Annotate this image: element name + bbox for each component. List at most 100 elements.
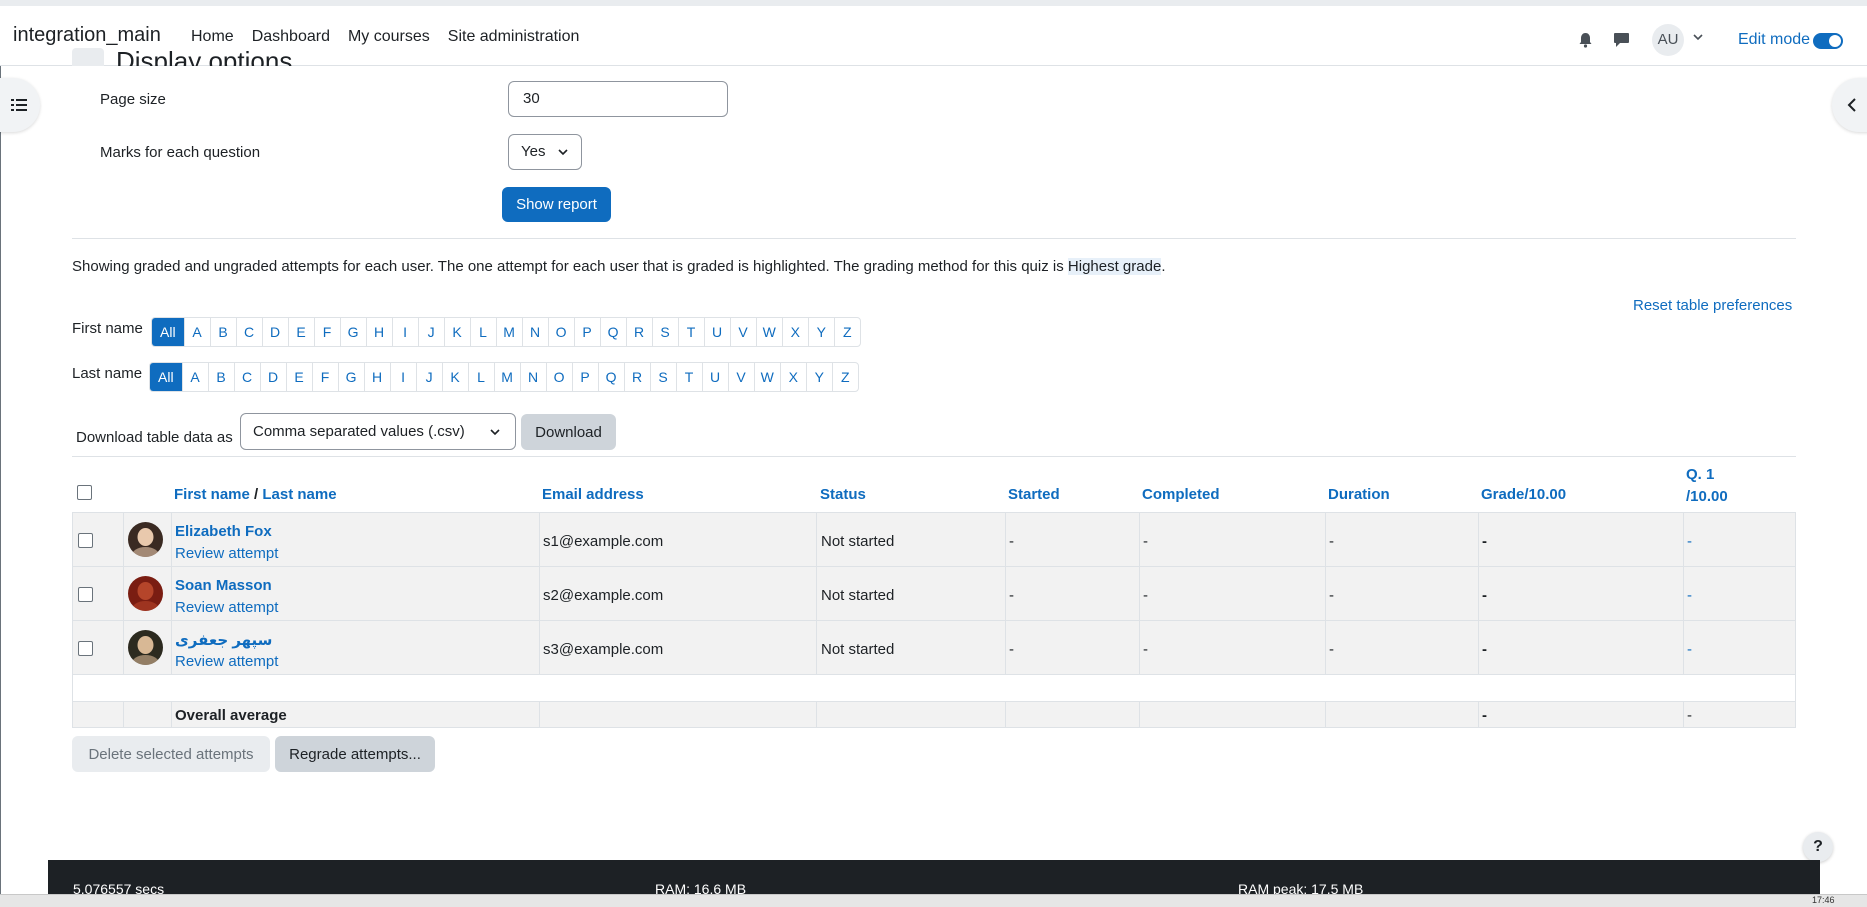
- q1-value-link[interactable]: -: [1687, 641, 1692, 658]
- messages-icon[interactable]: [1613, 32, 1630, 48]
- completed-column-header[interactable]: Completed: [1142, 486, 1220, 503]
- course-index-drawer-button[interactable]: [0, 78, 40, 132]
- reset-table-preferences-link[interactable]: Reset table preferences: [1633, 297, 1792, 314]
- first-name-initial-c[interactable]: C: [235, 318, 262, 346]
- last-name-initial-y[interactable]: Y: [805, 363, 832, 391]
- first-name-initial-o[interactable]: O: [547, 318, 574, 346]
- select-all-checkbox[interactable]: [77, 485, 92, 500]
- last-name-initial-s[interactable]: S: [649, 363, 676, 391]
- first-name-initial-r[interactable]: R: [625, 318, 652, 346]
- first-name-initial-s[interactable]: S: [651, 318, 678, 346]
- sort-last-name-link[interactable]: Last name: [262, 486, 336, 503]
- review-attempt-link[interactable]: Review attempt: [175, 599, 278, 616]
- first-name-initial-v[interactable]: V: [729, 318, 756, 346]
- delete-selected-attempts-button[interactable]: Delete selected attempts: [72, 736, 270, 772]
- site-brand[interactable]: integration_main: [13, 24, 161, 47]
- user-avatar-icon[interactable]: [128, 630, 163, 665]
- last-name-initial-c[interactable]: C: [233, 363, 260, 391]
- first-name-initial-z[interactable]: Z: [833, 318, 860, 346]
- first-name-initial-y[interactable]: Y: [807, 318, 834, 346]
- nav-dashboard[interactable]: Dashboard: [252, 28, 330, 46]
- first-name-initial-a[interactable]: A: [183, 318, 210, 346]
- first-name-initial-t[interactable]: T: [677, 318, 704, 346]
- last-name-initial-l[interactable]: L: [467, 363, 494, 391]
- first-name-initial-p[interactable]: P: [573, 318, 600, 346]
- last-name-initial-n[interactable]: N: [519, 363, 546, 391]
- first-name-initial-n[interactable]: N: [521, 318, 548, 346]
- show-report-button[interactable]: Show report: [502, 187, 611, 222]
- first-name-initial-f[interactable]: F: [313, 318, 340, 346]
- first-name-initial-m[interactable]: M: [495, 318, 522, 346]
- grade-column-header[interactable]: Grade/10.00: [1481, 486, 1566, 503]
- user-name-link[interactable]: Soan Masson: [175, 577, 272, 594]
- bell-icon[interactable]: [1578, 32, 1593, 48]
- nav-my-courses[interactable]: My courses: [348, 28, 430, 46]
- first-name-initial-j[interactable]: J: [417, 318, 444, 346]
- last-name-initial-w[interactable]: W: [753, 363, 780, 391]
- first-name-initial-k[interactable]: K: [443, 318, 470, 346]
- first-name-initial-b[interactable]: B: [209, 318, 236, 346]
- first-name-initial-h[interactable]: H: [365, 318, 392, 346]
- user-avatar[interactable]: AU: [1652, 24, 1684, 56]
- first-name-initial-e[interactable]: E: [287, 318, 314, 346]
- user-avatar-icon[interactable]: [128, 522, 163, 557]
- last-name-initial-e[interactable]: E: [285, 363, 312, 391]
- user-avatar-icon[interactable]: [128, 576, 163, 611]
- first-name-initial-w[interactable]: W: [755, 318, 782, 346]
- last-name-initial-b[interactable]: B: [207, 363, 234, 391]
- regrade-attempts-button[interactable]: Regrade attempts...: [275, 736, 435, 772]
- last-name-initial-z[interactable]: Z: [831, 363, 858, 391]
- first-name-initial-d[interactable]: D: [261, 318, 288, 346]
- first-name-initial-q[interactable]: Q: [599, 318, 626, 346]
- first-name-initial-l[interactable]: L: [469, 318, 496, 346]
- row-select-checkbox[interactable]: [78, 587, 93, 602]
- display-options-heading[interactable]: Display options: [72, 48, 292, 66]
- sort-first-name-link[interactable]: First name: [174, 486, 250, 503]
- chevron-down-icon[interactable]: [1692, 32, 1704, 42]
- duration-column-header[interactable]: Duration: [1328, 486, 1390, 503]
- first-name-initial-i[interactable]: I: [391, 318, 418, 346]
- user-name-link[interactable]: سپهر جعفری: [175, 631, 272, 649]
- nav-site-administration[interactable]: Site administration: [448, 28, 580, 46]
- download-button[interactable]: Download: [521, 414, 616, 450]
- review-attempt-link[interactable]: Review attempt: [175, 545, 278, 562]
- last-name-initial-all[interactable]: All: [150, 363, 182, 391]
- last-name-initial-o[interactable]: O: [545, 363, 572, 391]
- last-name-initial-r[interactable]: R: [623, 363, 650, 391]
- status-column-header[interactable]: Status: [820, 486, 866, 503]
- last-name-initial-h[interactable]: H: [363, 363, 390, 391]
- row-select-checkbox[interactable]: [78, 533, 93, 548]
- edit-mode-toggle[interactable]: [1813, 33, 1843, 49]
- first-name-initial-x[interactable]: X: [781, 318, 808, 346]
- download-format-select[interactable]: Comma separated values (.csv): [240, 413, 516, 450]
- help-button[interactable]: ?: [1803, 832, 1833, 862]
- first-name-initial-g[interactable]: G: [339, 318, 366, 346]
- last-name-initial-f[interactable]: F: [311, 363, 338, 391]
- q1-value-link[interactable]: -: [1687, 587, 1692, 604]
- last-name-initial-i[interactable]: I: [389, 363, 416, 391]
- first-name-initial-u[interactable]: U: [703, 318, 730, 346]
- started-column-header[interactable]: Started: [1008, 486, 1060, 503]
- last-name-initial-j[interactable]: J: [415, 363, 442, 391]
- last-name-initial-p[interactable]: P: [571, 363, 598, 391]
- row-select-checkbox[interactable]: [78, 641, 93, 656]
- marks-select[interactable]: Yes: [508, 134, 582, 170]
- email-column-header[interactable]: Email address: [542, 486, 644, 503]
- last-name-initial-m[interactable]: M: [493, 363, 520, 391]
- last-name-initial-u[interactable]: U: [701, 363, 728, 391]
- nav-home[interactable]: Home: [191, 28, 234, 46]
- page-size-input[interactable]: 30: [508, 81, 728, 117]
- last-name-initial-g[interactable]: G: [337, 363, 364, 391]
- last-name-initial-a[interactable]: A: [181, 363, 208, 391]
- review-attempt-link[interactable]: Review attempt: [175, 653, 278, 670]
- q1-column-header[interactable]: Q. 1 /10.00: [1686, 464, 1728, 508]
- last-name-initial-k[interactable]: K: [441, 363, 468, 391]
- last-name-initial-x[interactable]: X: [779, 363, 806, 391]
- q1-value-link[interactable]: -: [1687, 533, 1692, 550]
- user-name-link[interactable]: Elizabeth Fox: [175, 523, 272, 540]
- last-name-initial-q[interactable]: Q: [597, 363, 624, 391]
- last-name-initial-t[interactable]: T: [675, 363, 702, 391]
- last-name-initial-v[interactable]: V: [727, 363, 754, 391]
- last-name-initial-d[interactable]: D: [259, 363, 286, 391]
- first-name-initial-all[interactable]: All: [152, 318, 184, 346]
